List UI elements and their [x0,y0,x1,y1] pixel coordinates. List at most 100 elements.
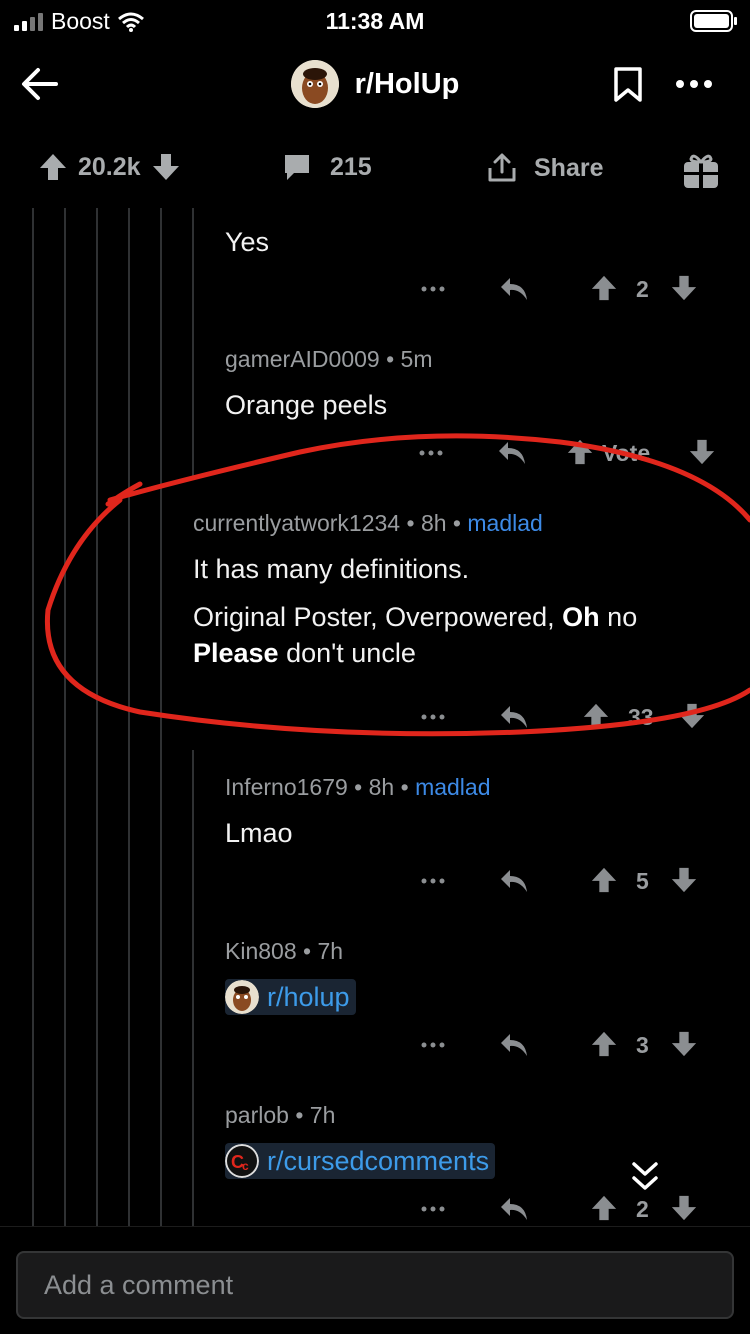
upvote-icon [591,1031,617,1057]
comment-author[interactable]: Inferno1679 [225,774,348,800]
comment-meta: Inferno1679 • 8h • madlad [225,774,491,800]
bookmark-button[interactable] [612,66,644,109]
share-icon [488,153,516,182]
comment: gamerAID0009 • 5m Orange peels [225,346,725,423]
comment-meta: gamerAID0009 • 5m [225,346,433,372]
comment: currentlyatwork1234 • 8h • madlad It has… [193,510,733,671]
subreddit-link[interactable]: r/cursedcomments [267,1146,489,1177]
comment-paragraph: It has many definitions. [193,554,470,584]
more-icon [421,1042,445,1048]
downvote-icon [671,1031,697,1057]
upvote-icon[interactable] [38,152,68,182]
comment-actions: 5 [418,866,718,906]
upvote-button[interactable] [590,866,618,894]
comment-more-button[interactable] [418,274,448,304]
comment-more-button[interactable] [418,1030,448,1060]
comment-actions: 2 [418,274,718,314]
comment-meta: currentlyatwork1234 • 8h • madlad [193,510,543,536]
thread-line [32,208,34,1226]
comment-composer [0,1226,750,1334]
subreddit-link-chip[interactable]: C c r/cursedcomments [225,1143,496,1179]
upvote-button[interactable] [582,702,610,730]
thread-line [192,208,194,478]
bold-text: Please [193,638,279,668]
reply-button[interactable] [498,1194,530,1224]
comment-body: Lmao [225,818,293,848]
downvote-button[interactable] [670,274,698,302]
upvote-icon [591,275,617,301]
downvote-button[interactable] [670,1030,698,1058]
comment-age: 5m [400,346,433,372]
comment: Inferno1679 • 8h • madlad Lmao [225,774,725,851]
downvote-button[interactable] [688,438,716,466]
downvote-icon [671,1195,697,1221]
next-comment-button[interactable] [630,1160,660,1199]
bookmark-icon [614,67,642,102]
comment-actions: 3 [418,1030,718,1070]
comment-thread: Yes 2 gamerAID0009 • 5m Orange peels Vot… [0,208,750,1226]
comment-score: 5 [636,868,649,894]
upvote-button[interactable] [566,438,594,466]
comment-author[interactable]: parlob [225,1102,289,1128]
comment-body: Orange peels [225,390,388,420]
reply-icon [499,442,525,464]
reply-button[interactable] [498,1030,530,1060]
vote-group: 20.2k [38,152,181,182]
downvote-icon [671,275,697,301]
upvote-button[interactable] [590,274,618,302]
more-icon [421,878,445,884]
comment-score: Vote [602,440,651,466]
add-comment-box[interactable] [16,1251,734,1319]
comment-author[interactable]: gamerAID0009 [225,346,380,372]
comment-more-button[interactable] [418,1194,448,1224]
downvote-button[interactable] [678,702,706,730]
user-flair: madlad [415,774,491,800]
post-score: 20.2k [78,152,141,181]
comment-more-button[interactable] [418,866,448,896]
downvote-icon[interactable] [151,152,181,182]
upvote-icon [583,703,609,729]
comment-author[interactable]: Kin808 [225,938,297,964]
reply-button[interactable] [496,438,528,468]
battery-icon [690,10,738,37]
double-chevron-down-icon [632,1162,658,1190]
upvote-icon [591,1195,617,1221]
comment-more-button[interactable] [416,438,446,468]
comment-score: 2 [636,1196,649,1222]
comment-actions: Vote [416,438,736,478]
share-button[interactable]: Share [486,152,603,184]
subreddit-avatar [290,60,339,108]
thread-line [192,750,194,1226]
bold-text: Oh [562,602,600,632]
add-comment-input[interactable] [18,1253,732,1317]
comment-meta: parlob • 7h [225,1102,336,1128]
reply-icon [501,1198,527,1220]
reply-button[interactable] [498,702,530,732]
svg-text:c: c [242,1159,249,1173]
downvote-button[interactable] [670,866,698,894]
subreddit-link-chip[interactable]: r/holup [225,979,356,1015]
gift-icon [684,154,718,188]
comments-button[interactable]: 215 [282,152,372,182]
comment-paragraph: Original Poster, Overpowered, Oh no Plea… [193,599,733,671]
upvote-button[interactable] [590,1030,618,1058]
reply-button[interactable] [498,866,530,896]
more-options-button[interactable] [674,66,714,107]
comment-body: Yes [225,227,270,257]
thread-line [64,208,66,1226]
share-label: Share [534,153,604,182]
downvote-icon [689,439,715,465]
text-run: Original Poster, Overpowered, [193,602,563,632]
award-button[interactable] [682,152,720,190]
more-icon [421,286,445,292]
post-action-bar: 20.2k 215 Share [0,140,750,198]
downvote-button[interactable] [670,1194,698,1222]
comment-more-button[interactable] [418,702,448,732]
comment-body: It has many definitions. Original Poster… [193,551,733,671]
comment-author[interactable]: currentlyatwork1234 [193,510,400,536]
comment-score: 33 [628,704,654,730]
subreddit-link[interactable]: r/holup [267,982,350,1013]
comment-count: 215 [330,152,372,181]
reply-button[interactable] [498,274,530,304]
upvote-button[interactable] [590,1194,618,1222]
